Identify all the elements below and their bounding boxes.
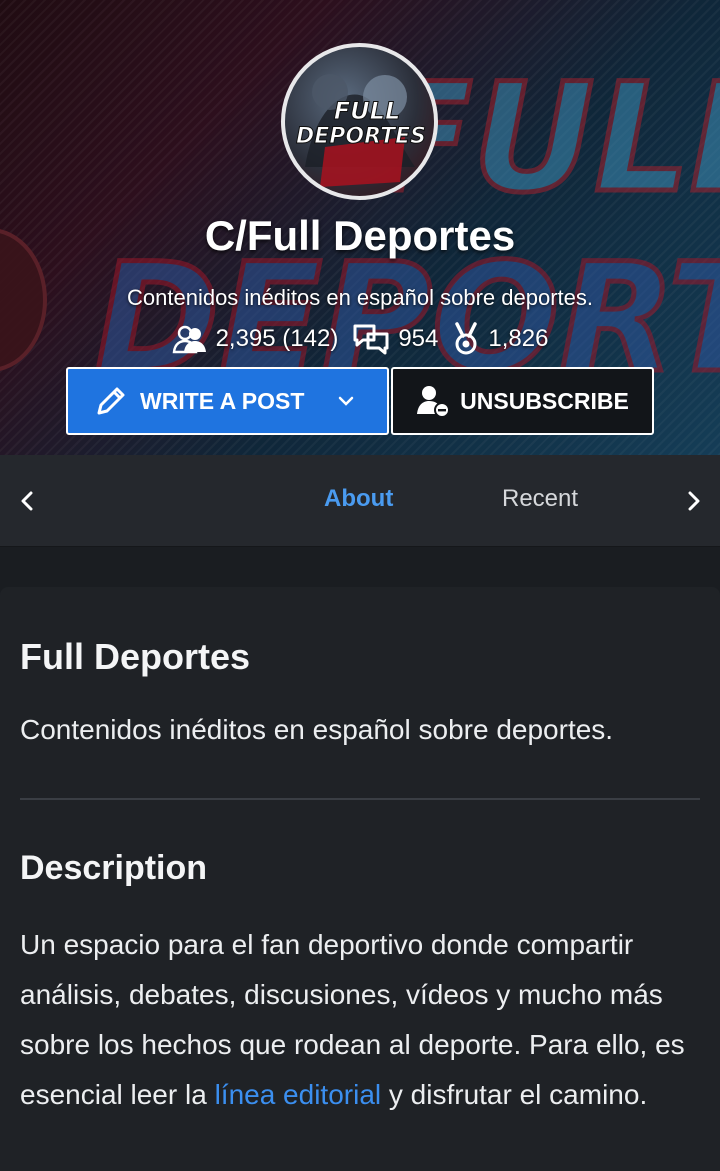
- chat-bubbles-icon: [353, 324, 389, 355]
- about-title: Full Deportes: [20, 636, 251, 677]
- write-post-button[interactable]: WRITE A POST: [66, 367, 389, 435]
- community-stats: 2,395 (142) 954 1,826: [0, 322, 720, 356]
- subscribers-stat: 2,395 (142): [172, 324, 339, 354]
- unsubscribe-button[interactable]: UNSUBSCRIBE: [391, 367, 654, 435]
- editorial-line-link[interactable]: línea editorial: [215, 1079, 382, 1110]
- tab-about[interactable]: About: [324, 485, 393, 513]
- pencil-icon: [97, 387, 125, 415]
- user-minus-icon: [417, 386, 451, 418]
- community-title: C/Full Deportes: [204, 212, 516, 259]
- community-avatar[interactable]: FULL DEPORTES: [281, 43, 438, 200]
- medal-icon: [455, 322, 478, 355]
- chevron-left-icon[interactable]: [16, 489, 40, 513]
- subscribers-count: 2,395 (142): [215, 325, 339, 352]
- people-icon: [172, 325, 206, 354]
- description-text: Un espacio para el fan deportivo donde c…: [20, 920, 710, 1120]
- chevron-down-icon[interactable]: [337, 395, 355, 407]
- write-post-label: WRITE A POST: [140, 387, 305, 414]
- tab-recent[interactable]: Recent: [502, 485, 578, 513]
- description-text-end: y disfrutar el camino.: [381, 1079, 648, 1110]
- posts-stat: 954: [352, 323, 438, 355]
- chevron-right-icon[interactable]: [681, 489, 705, 513]
- posts-count: 954: [398, 325, 439, 352]
- description-heading: Description: [20, 849, 208, 887]
- community-header: FULL DEPORT FULL DEPORTES C/Full Deporte…: [0, 0, 720, 455]
- rewards-count: 1,826: [488, 325, 549, 352]
- logo-text-full: FULL: [334, 97, 400, 125]
- unsubscribe-label: UNSUBSCRIBE: [460, 387, 629, 414]
- divider: [20, 798, 700, 800]
- tab-bar: About Recent: [0, 455, 720, 547]
- about-summary: Contenidos inéditos en español sobre dep…: [20, 714, 614, 745]
- rewards-stat: 1,826: [452, 322, 548, 356]
- logo-text-deportes: DEPORTES: [296, 124, 426, 149]
- community-tagline: Contenidos inéditos en español sobre dep…: [127, 285, 593, 310]
